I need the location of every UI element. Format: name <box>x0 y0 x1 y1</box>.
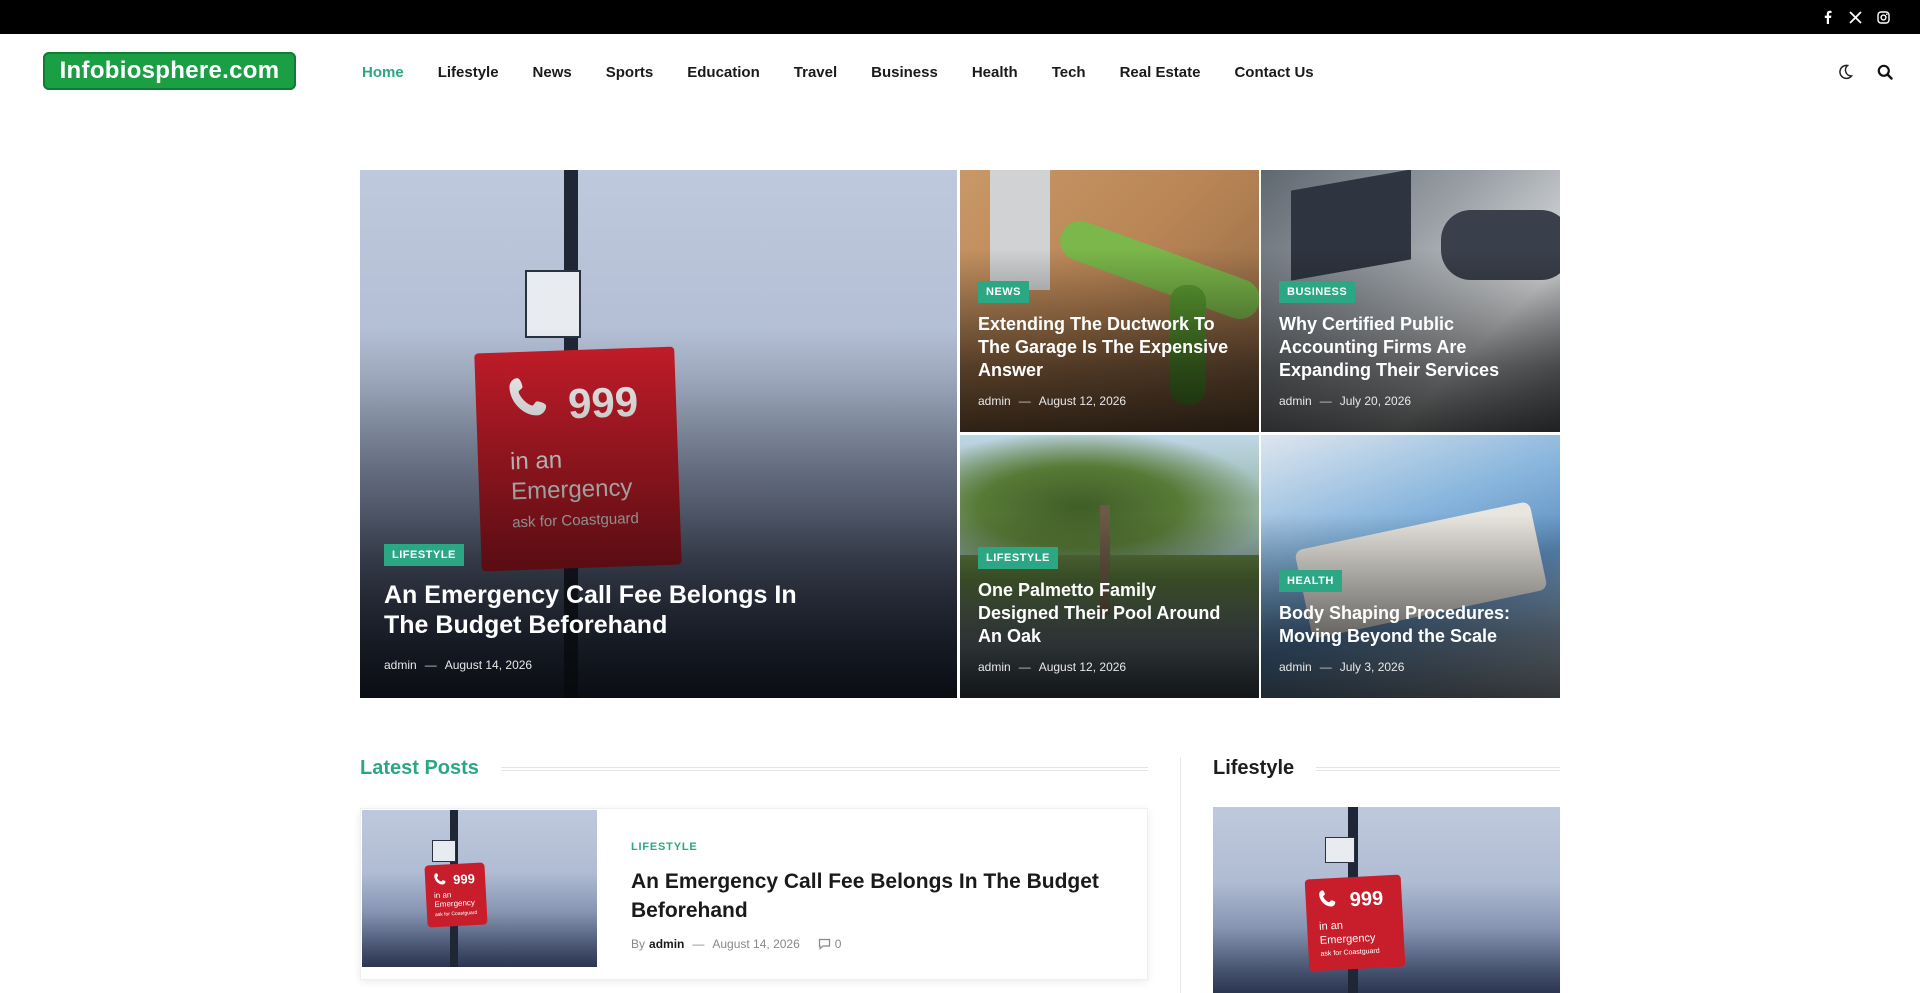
post-category[interactable]: LIFESTYLE <box>631 841 1121 853</box>
section-title: Lifestyle <box>1213 757 1295 779</box>
x-icon[interactable] <box>1848 10 1862 24</box>
lifestyle-heading: Lifestyle <box>1213 757 1560 780</box>
card-title[interactable]: Why Certified Public Accounting Firms Ar… <box>1279 313 1542 382</box>
comment-count: 0 <box>834 937 842 951</box>
nav-health[interactable]: Health <box>955 64 1035 81</box>
featured-card-business[interactable]: BUSINESS Why Certified Public Accounting… <box>1261 170 1560 432</box>
post-date: August 12, 2026 <box>1038 660 1127 674</box>
site-header: Infobiosphere.com Home Lifestyle News Sp… <box>0 34 1920 110</box>
search-icon[interactable] <box>1876 63 1894 81</box>
top-bar <box>0 0 1920 34</box>
author-link[interactable]: admin <box>978 394 1011 408</box>
author-link[interactable]: admin <box>1279 660 1312 674</box>
post-date: August 12, 2026 <box>1038 394 1127 408</box>
post-date: July 3, 2026 <box>1339 660 1405 674</box>
post-meta: admin — July 3, 2026 <box>1279 660 1405 674</box>
card-title[interactable]: One Palmetto Family Designed Their Pool … <box>978 579 1241 648</box>
post-meta: admin — July 20, 2026 <box>1279 394 1412 408</box>
post-date: August 14, 2026 <box>444 658 533 672</box>
post-meta: admin — August 12, 2026 <box>978 394 1127 408</box>
divider <box>500 766 1148 771</box>
nav-tech[interactable]: Tech <box>1035 64 1103 81</box>
header-tools <box>1836 34 1894 110</box>
comments-link[interactable]: 0 <box>818 937 842 951</box>
lifestyle-featured-image[interactable]: 999 in an Emergency ask for Coastguard <box>1213 807 1560 993</box>
comment-icon <box>818 938 830 950</box>
post-meta: admin — August 12, 2026 <box>978 660 1127 674</box>
column-divider <box>1180 757 1181 993</box>
latest-posts-heading: Latest Posts <box>360 757 1148 780</box>
latest-post-card[interactable]: 999 in an Emergency ask for Coastguard L… <box>360 808 1148 980</box>
category-badge[interactable]: LIFESTYLE <box>384 544 464 566</box>
logo-text: Infobiosphere.com <box>59 57 280 84</box>
post-title[interactable]: An Emergency Call Fee Belongs In The Bud… <box>631 867 1121 925</box>
nav-home[interactable]: Home <box>345 64 421 81</box>
nav-real-estate[interactable]: Real Estate <box>1103 64 1218 81</box>
nav-education[interactable]: Education <box>670 64 777 81</box>
social-links <box>1820 0 1890 34</box>
post-thumbnail[interactable]: 999 in an Emergency ask for Coastguard <box>362 810 597 967</box>
nav-sports[interactable]: Sports <box>589 64 671 81</box>
category-badge[interactable]: HEALTH <box>1279 570 1342 592</box>
featured-main-title[interactable]: An Emergency Call Fee Belongs In The Bud… <box>384 580 844 640</box>
site-logo[interactable]: Infobiosphere.com <box>43 52 296 90</box>
post-date: July 20, 2026 <box>1339 394 1412 408</box>
featured-grid: 999 in an Emergency ask for Coastguard L… <box>360 170 1560 698</box>
category-badge[interactable]: LIFESTYLE <box>978 547 1058 569</box>
featured-card-health[interactable]: HEALTH Body Shaping Procedures: Moving B… <box>1261 435 1560 698</box>
moon-icon[interactable] <box>1836 63 1854 81</box>
card-title[interactable]: Body Shaping Procedures: Moving Beyond t… <box>1279 602 1542 648</box>
featured-card-news[interactable]: NEWS Extending The Ductwork To The Garag… <box>960 170 1259 432</box>
instagram-icon[interactable] <box>1876 10 1890 24</box>
nav-contact-us[interactable]: Contact Us <box>1217 64 1330 81</box>
featured-main-card[interactable]: 999 in an Emergency ask for Coastguard L… <box>360 170 957 698</box>
author-link[interactable]: admin <box>649 937 684 951</box>
card-title[interactable]: Extending The Ductwork To The Garage Is … <box>978 313 1241 382</box>
main-nav: Home Lifestyle News Sports Education Tra… <box>345 34 1331 110</box>
nav-business[interactable]: Business <box>854 64 955 81</box>
author-link[interactable]: admin <box>1279 394 1312 408</box>
author-link[interactable]: admin <box>978 660 1011 674</box>
category-badge[interactable]: BUSINESS <box>1279 281 1356 303</box>
author-link[interactable]: admin <box>384 658 417 672</box>
facebook-icon[interactable] <box>1820 10 1834 24</box>
nav-travel[interactable]: Travel <box>777 64 854 81</box>
post-date: August 14, 2026 <box>712 937 800 951</box>
nav-news[interactable]: News <box>516 64 589 81</box>
nav-lifestyle[interactable]: Lifestyle <box>421 64 516 81</box>
post-meta: By admin — August 14, 2026 0 <box>631 937 842 951</box>
section-title: Latest Posts <box>360 757 479 779</box>
post-meta: admin — August 14, 2026 <box>384 658 533 672</box>
divider <box>1316 766 1560 771</box>
featured-main-content: LIFESTYLE An Emergency Call Fee Belongs … <box>384 544 939 672</box>
post-body: LIFESTYLE An Emergency Call Fee Belongs … <box>631 841 1121 951</box>
category-badge[interactable]: NEWS <box>978 281 1029 303</box>
featured-card-lifestyle[interactable]: LIFESTYLE One Palmetto Family Designed T… <box>960 435 1259 698</box>
